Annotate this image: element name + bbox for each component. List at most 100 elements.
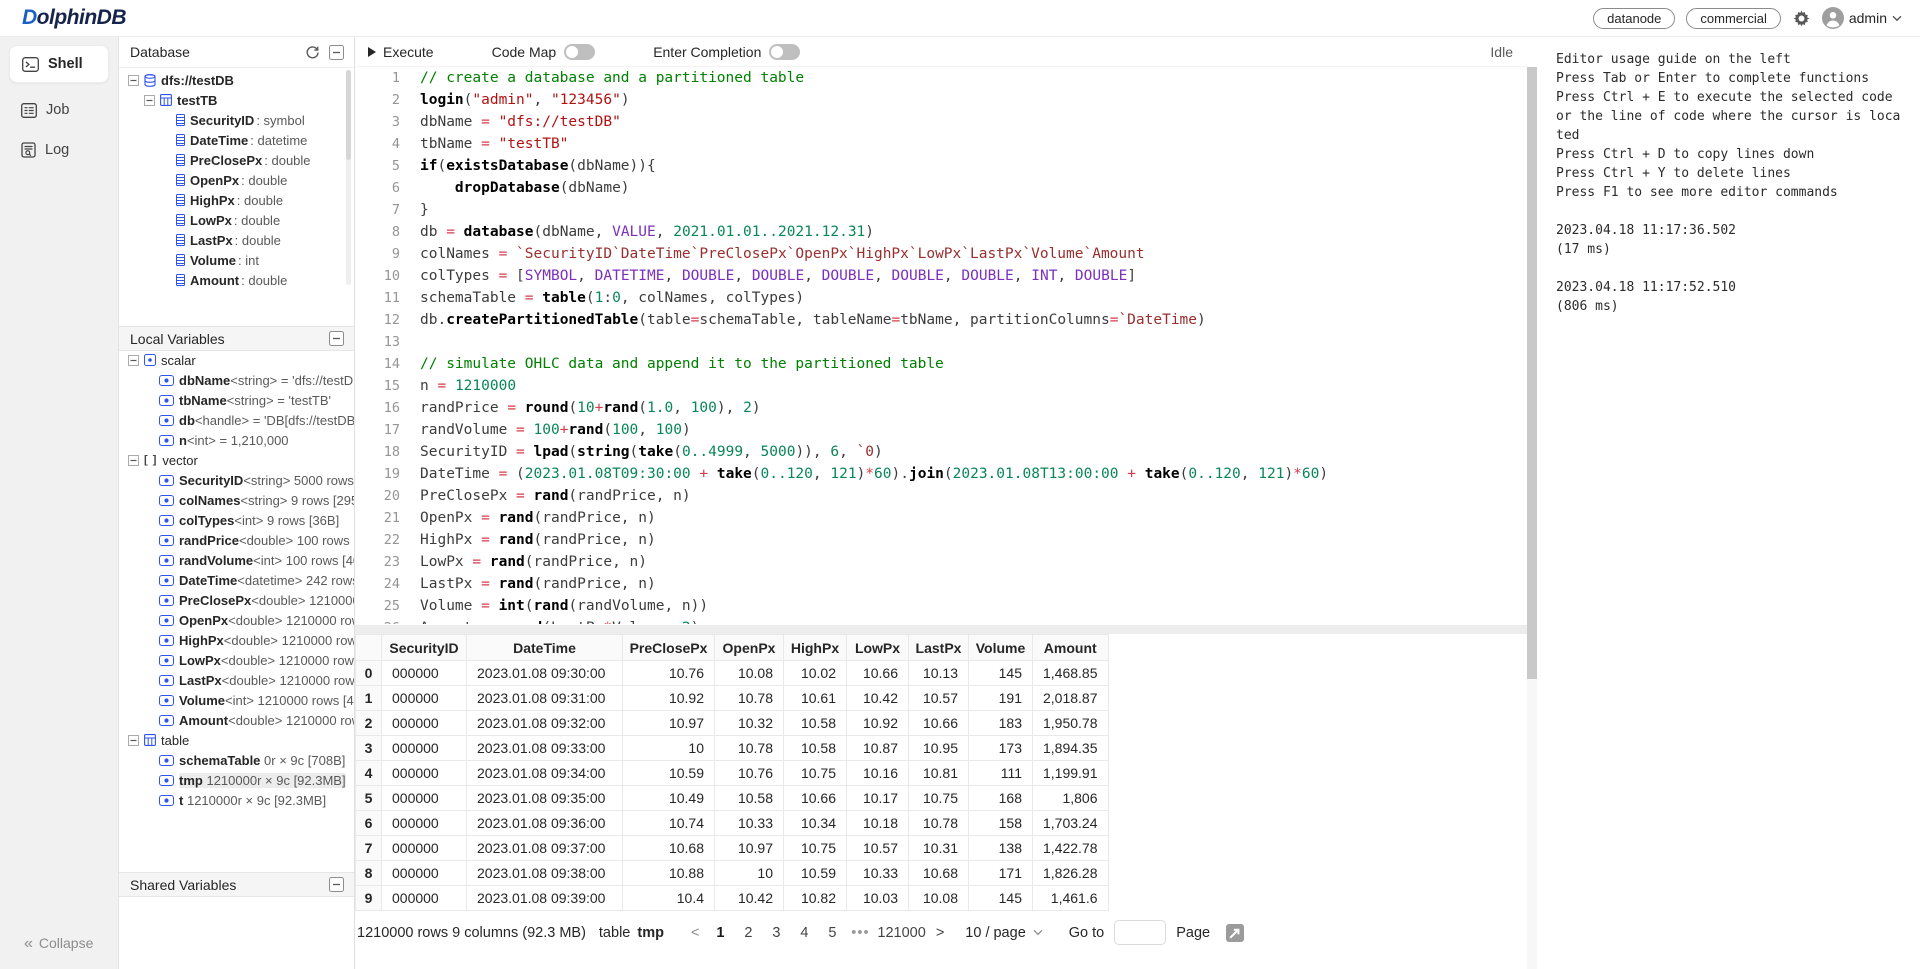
variable-item[interactable]: n<int> = 1,210,000 [119,430,354,450]
expander-minus-icon[interactable] [128,455,139,466]
variable-item[interactable]: tbName<string> = 'testTB' [119,390,354,410]
enter-completion-toggle[interactable] [769,44,800,60]
editor-horizontal-scrollbar[interactable] [355,625,1527,634]
variable-item[interactable]: LowPx<double> 1210000 rows [9.2MB] [119,650,354,670]
code-line[interactable]: 2login("admin", "123456") [355,89,1527,111]
variable-item[interactable]: schemaTable 0r × 9c [708B] [119,750,354,770]
variable-item[interactable]: db<handle> = 'DB[dfs://testDB]' [119,410,354,430]
collapse-shared-variables-icon[interactable] [329,877,344,892]
variable-item[interactable]: DateTime<datetime> 242 rows [968B] [119,570,354,590]
code-line[interactable]: 21OpenPx = rand(randPrice, n) [355,507,1527,529]
code-line[interactable]: 6 dropDatabase(dbName) [355,177,1527,199]
db-tree-root[interactable]: dfs://testDB [119,70,354,90]
sidebar-item-log[interactable]: Log [9,133,109,167]
expander-minus-icon[interactable] [128,355,139,366]
code-line[interactable]: 10colTypes = [SYMBOL, DATETIME, DOUBLE, … [355,265,1527,287]
next-page-button[interactable]: > [929,925,951,941]
variable-item[interactable]: tmp 1210000r × 9c [92.3MB] [119,770,354,790]
table-cell: 10.4 [623,886,715,911]
variable-item[interactable]: LastPx<double> 1210000 rows [9.2MB] [119,670,354,690]
code-line[interactable]: 1// create a database and a partitioned … [355,67,1527,89]
db-column[interactable]: SecurityID: symbol [119,110,354,130]
db-column[interactable]: PreClosePx: double [119,150,354,170]
variable-group-table[interactable]: table [119,730,354,750]
code-line[interactable]: 8db = database(dbName, VALUE, 2021.01.01… [355,221,1527,243]
variable-item[interactable]: Amount<double> 1210000 rows [9.2MB] [119,710,354,730]
code-line[interactable]: 19DateTime = (2023.01.08T09:30:00 + take… [355,463,1527,485]
variable-item[interactable]: SecurityID<string> 5000 rows [29KB] [119,470,354,490]
db-tree-table[interactable]: testTB [119,90,354,110]
collapse-local-variables-icon[interactable] [329,331,344,346]
variable-item[interactable]: colNames<string> 9 rows [295B] [119,490,354,510]
code-line[interactable]: 3dbName = "dfs://testDB" [355,111,1527,133]
page-ellipsis[interactable]: ••• [846,925,874,941]
sidebar-item-job[interactable]: Job [9,93,109,127]
code-map-toggle[interactable] [564,44,595,60]
variable-item[interactable]: colTypes<int> 9 rows [36B] [119,510,354,530]
db-column[interactable]: Amount: double [119,270,354,290]
variable-item[interactable]: OpenPx<double> 1210000 rows [9.2MB] [119,610,354,630]
prev-page-button[interactable]: < [684,925,706,941]
goto-page-input[interactable] [1114,920,1166,945]
code-line[interactable]: 17randVolume = 100+rand(100, 100) [355,419,1527,441]
variable-item[interactable]: randPrice<double> 100 rows [800B] [119,530,354,550]
export-icon[interactable] [1225,923,1245,943]
editor-vertical-scrollbar[interactable] [1527,67,1537,969]
expander-minus-icon[interactable] [128,75,139,86]
code-line[interactable]: 22HighPx = rand(randPrice, n) [355,529,1527,551]
scrollbar-thumb[interactable] [1527,67,1537,679]
commercial-badge[interactable]: commercial [1686,8,1780,29]
page-size-select[interactable]: 10 / page [965,925,1042,941]
execute-button[interactable]: Execute [368,44,434,60]
code-line[interactable]: 16randPrice = round(10+rand(1.0, 100), 2… [355,397,1527,419]
sidebar-item-shell[interactable]: Shell [9,45,109,83]
console-line: 2023.04.18 11:17:52.510 [1556,278,1914,297]
variable-group-scalar[interactable]: scalar [119,350,354,370]
variable-item[interactable]: HighPx<double> 1210000 rows [9.2MB] [119,630,354,650]
variable-group-vector[interactable]: [ ]vector [119,450,354,470]
user-menu[interactable]: admin [1822,7,1902,29]
code-line[interactable]: 23LowPx = rand(randPrice, n) [355,551,1527,573]
variable-item[interactable]: PreClosePx<double> 1210000 rows [9.2MB] [119,590,354,610]
code-line[interactable]: 7} [355,199,1527,221]
code-line[interactable]: 13 [355,331,1527,353]
refresh-icon[interactable] [305,45,320,60]
code-line[interactable]: 14// simulate OHLC data and append it to… [355,353,1527,375]
code-line[interactable]: 11schemaTable = table(1:0, colNames, col… [355,287,1527,309]
expander-minus-icon[interactable] [144,95,155,106]
db-column[interactable]: LastPx: double [119,230,354,250]
variable-item[interactable]: randVolume<int> 100 rows [400B] [119,550,354,570]
page-button[interactable]: 2 [734,925,762,941]
datanode-badge[interactable]: datanode [1593,8,1675,29]
code-line[interactable]: 24LastPx = rand(randPrice, n) [355,573,1527,595]
variable-item[interactable]: Volume<int> 1210000 rows [4.6MB] [119,690,354,710]
code-line[interactable]: 26Amount = round(LastPx*Volume, 2) [355,617,1527,624]
page-button[interactable]: 1 [706,925,734,941]
code-line[interactable]: 5if(existsDatabase(dbName)){ [355,155,1527,177]
db-column[interactable]: HighPx: double [119,190,354,210]
variable-item[interactable]: dbName<string> = 'dfs://testDB' [119,370,354,390]
db-column[interactable]: Volume: int [119,250,354,270]
db-column[interactable]: OpenPx: double [119,170,354,190]
page-button[interactable]: 5 [818,925,846,941]
sidebar-item-label: Job [46,102,69,118]
code-editor[interactable]: 1// create a database and a partitioned … [355,67,1527,624]
collapse-button[interactable]: «Collapse [24,935,93,953]
code-line[interactable]: 15n = 1210000 [355,375,1527,397]
collapse-panel-icon[interactable] [329,45,344,60]
code-line[interactable]: 25Volume = int(rand(randVolume, n)) [355,595,1527,617]
code-line[interactable]: 18SecurityID = lpad(string(take(0..4999,… [355,441,1527,463]
page-button[interactable]: 121000 [874,925,928,941]
settings-gear-icon[interactable] [1792,9,1811,28]
code-line[interactable]: 4tbName = "testTB" [355,133,1527,155]
code-line[interactable]: 12db.createPartitionedTable(table=schema… [355,309,1527,331]
code-line[interactable]: 20PreClosePx = rand(randPrice, n) [355,485,1527,507]
db-column[interactable]: DateTime: datetime [119,130,354,150]
variable-item[interactable]: t 1210000r × 9c [92.3MB] [119,790,354,810]
page-button[interactable]: 4 [790,925,818,941]
db-column[interactable]: LowPx: double [119,210,354,230]
expander-minus-icon[interactable] [128,735,139,746]
page-button[interactable]: 3 [762,925,790,941]
code-line[interactable]: 9colNames = `SecurityID`DateTime`PreClos… [355,243,1527,265]
panel-scrollbar[interactable] [346,70,351,285]
